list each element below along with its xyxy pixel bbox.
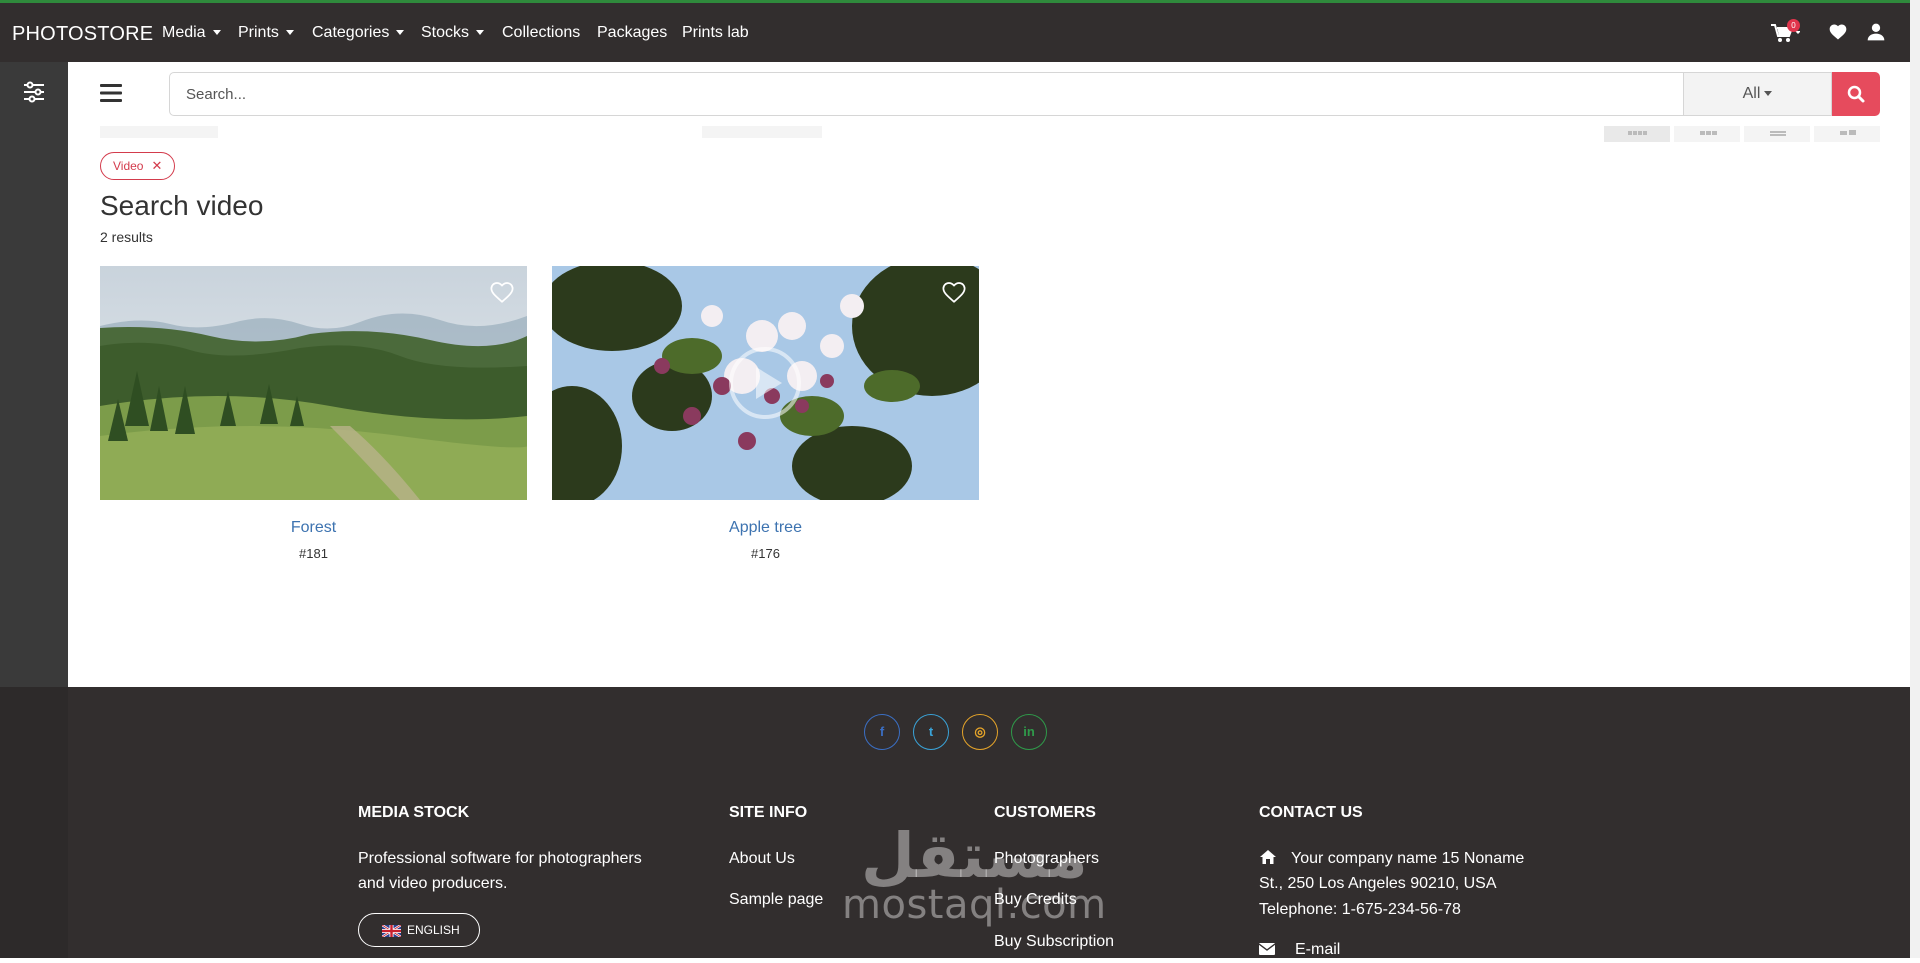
page-title: Search video [100,190,264,221]
brand-logo[interactable]: PHOTOSTORE [12,23,153,46]
footer-sidebar-strip [0,687,68,958]
search-button[interactable] [1832,72,1880,116]
footer-heading-site-info: SITE INFO [729,804,808,821]
footer-address-line2: St., 250 Los Angeles 90210, USA [1259,875,1497,892]
item-title-link[interactable]: Forest [100,519,527,537]
thumbnail-apple-tree[interactable] [552,266,979,500]
view-list-icon[interactable] [1744,126,1810,142]
result-card[interactable]: Apple tree #176 [552,266,979,561]
item-id: #181 [299,546,328,561]
footer-description-line: Professional software for photographers [358,850,642,867]
search-scope-select[interactable]: All [1684,72,1832,116]
result-card[interactable]: Forest #181 [100,266,527,561]
footer-address: Your company name 15 Noname [1259,846,1549,872]
chevron-down-icon [1764,91,1773,97]
filter-chip-label: Video [113,159,144,173]
filter-sidebar [0,62,68,687]
linkedin-icon[interactable]: in [1011,714,1047,750]
item-id: #176 [751,546,780,561]
cart-count-badge: 0 [1787,19,1800,32]
user-icon[interactable] [1866,22,1888,44]
uk-flag-icon [382,925,401,937]
footer-heading-contact-us: CONTACT US [1259,804,1363,821]
instagram-icon[interactable]: ◎ [962,714,998,750]
watermark-logo: مستقل mostaql.com [842,819,1107,928]
chevron-down-icon [396,30,405,36]
results-count: 2 results [100,229,153,245]
search-input[interactable] [171,74,1671,114]
favorite-heart-icon[interactable] [941,280,967,304]
top-navbar: PHOTOSTORE Media Prints Categories Stock… [0,3,1910,62]
chevron-down-icon [476,30,485,36]
language-label: ENGLISH [407,923,460,937]
twitter-icon[interactable]: t [913,714,949,750]
search-icon [1847,85,1865,103]
view-masonry-icon[interactable] [1814,126,1880,142]
footer-link-buy-subscription[interactable]: Buy Subscription [994,929,1114,955]
thumbnail-forest[interactable] [100,266,527,500]
active-filter-chip[interactable]: Video ✕ [100,152,176,180]
view-grid-small-icon[interactable] [1604,126,1670,142]
footer-phone: Telephone: 1-675-234-56-78 [1259,901,1461,918]
chevron-down-icon [212,30,221,36]
footer-email[interactable]: E-mail [1258,937,1340,963]
footer-link-about-us[interactable]: About Us [729,846,795,872]
heart-icon[interactable] [1828,22,1850,44]
nav-prints-lab[interactable]: Prints lab [682,24,749,42]
item-title-link[interactable]: Apple tree [552,519,979,537]
search-field[interactable] [169,72,1684,116]
nav-stocks[interactable]: Stocks [421,24,485,42]
nav-prints[interactable]: Prints [238,24,294,42]
envelope-icon [1258,943,1276,955]
footer-link-sample-page[interactable]: Sample page [729,887,823,913]
toolbar-shadow-left [100,126,218,138]
chevron-down-icon [285,30,294,36]
favorite-heart-icon[interactable] [489,280,515,304]
facebook-icon[interactable]: f [864,714,900,750]
nav-categories[interactable]: Categories [312,24,405,42]
language-selector[interactable]: ENGLISH [358,913,480,947]
home-icon [1260,850,1276,864]
filter-sliders-icon[interactable] [22,81,46,103]
toolbar-shadow-mid [702,126,822,138]
footer-description-line: and video producers. [358,875,508,892]
page-scrollbar[interactable] [1910,0,1920,958]
footer-heading-media-stock: MEDIA STOCK [358,804,470,821]
nav-media[interactable]: Media [162,24,221,42]
view-grid-large-icon[interactable] [1674,126,1740,142]
close-icon[interactable]: ✕ [151,158,162,173]
nav-packages[interactable]: Packages [597,24,667,42]
nav-collections[interactable]: Collections [502,24,580,42]
menu-icon[interactable] [100,84,122,102]
